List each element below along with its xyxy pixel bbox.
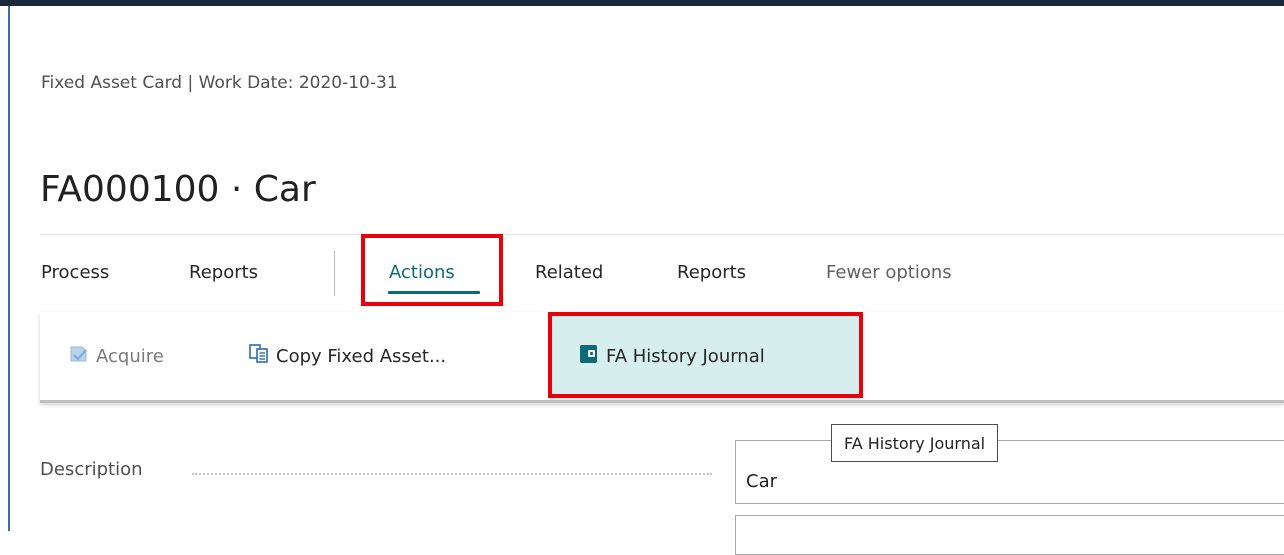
menu-reports-promoted[interactable]: Reports xyxy=(189,260,258,286)
highlight-box-actions xyxy=(361,234,503,306)
menu-fewer-options[interactable]: Fewer options xyxy=(826,260,952,286)
window-frame-edge xyxy=(8,6,10,531)
breadcrumb: Fixed Asset Card | Work Date: 2020-10-31 xyxy=(41,73,398,93)
description-leader-dots xyxy=(192,473,712,475)
copy-fixed-asset-button[interactable]: Copy Fixed Asset... xyxy=(248,312,446,400)
menu-reports[interactable]: Reports xyxy=(677,260,746,286)
next-field-input[interactable] xyxy=(735,515,1284,555)
copy-icon xyxy=(248,343,270,370)
description-label: Description xyxy=(40,459,143,480)
header-divider xyxy=(40,234,1284,235)
acquire-icon xyxy=(68,343,90,370)
top-bar xyxy=(0,0,1284,6)
menu-process[interactable]: Process xyxy=(41,260,109,286)
copy-fixed-asset-label: Copy Fixed Asset... xyxy=(276,345,447,367)
page-title: FA000100 · Car xyxy=(40,169,316,211)
menu-divider xyxy=(334,251,335,296)
acquire-label: Acquire xyxy=(96,345,164,367)
highlight-box-fa-history-journal xyxy=(548,312,863,398)
acquire-button[interactable]: Acquire xyxy=(68,312,164,400)
description-input[interactable] xyxy=(735,440,1284,504)
tooltip: FA History Journal xyxy=(831,424,999,462)
menu-related[interactable]: Related xyxy=(535,260,603,286)
